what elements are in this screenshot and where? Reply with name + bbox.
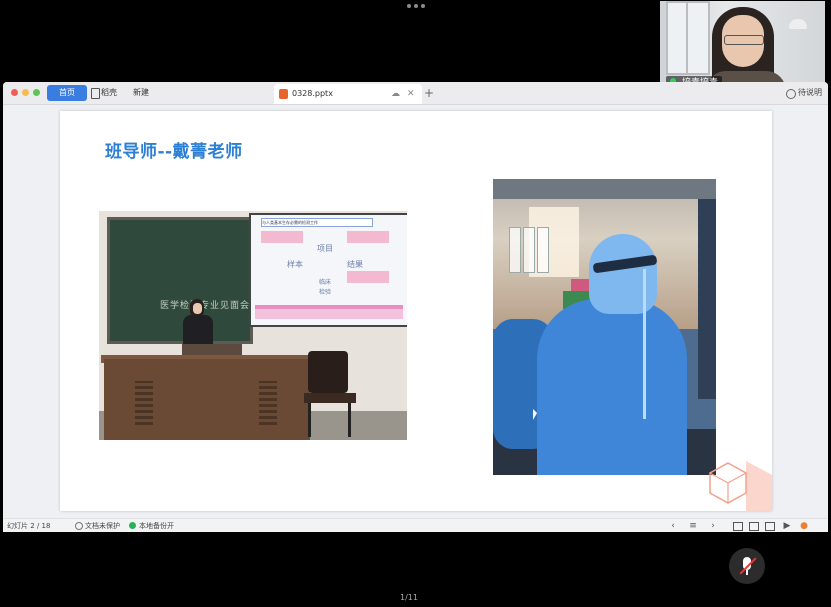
- tab-new[interactable]: 新建: [133, 85, 149, 101]
- next-icon[interactable]: ›: [707, 520, 719, 532]
- wps-app-window: 首页 稻壳 新建 0328.pptx ☁ ✕ + 待说明 班导师--戴菁老师 医…: [3, 82, 828, 532]
- cabinet-side: [698, 199, 716, 399]
- mouse-cursor-icon: [533, 409, 537, 420]
- screen-word: 项目: [317, 244, 333, 253]
- document-protect-status[interactable]: 文档未保护: [75, 519, 120, 532]
- screen-word: 结果: [347, 260, 363, 269]
- menu-icon[interactable]: ≡: [687, 520, 699, 532]
- dot: [407, 4, 411, 8]
- meeting-page-indicator: 1/11: [400, 593, 418, 602]
- chair: [304, 351, 356, 437]
- document-icon: [91, 88, 100, 99]
- projector-screen: 与人类基本生存必需的检测工作 项目 样本 结果 临床 检验: [249, 213, 407, 327]
- local-backup-status[interactable]: 本地备份开: [129, 519, 174, 532]
- microphone-stand: [746, 570, 748, 575]
- chair-leg: [348, 403, 351, 437]
- slide[interactable]: 班导师--戴菁老师 医学检验专业见面会 与人类基本生存必需的检测工作 项目 样本…: [60, 111, 772, 511]
- chalkboard: 医学检验专业见面会: [107, 217, 253, 344]
- screen-pink-box: [347, 231, 389, 243]
- chair-back: [308, 351, 348, 393]
- screen-header: 与人类基本生存必需的检测工作: [261, 218, 373, 227]
- desk-vent: [259, 381, 277, 425]
- cube-decoration-icon: [709, 461, 772, 511]
- tab-home[interactable]: 首页: [47, 85, 87, 101]
- slide-page-indicator: 幻灯片 2 / 18: [7, 522, 51, 530]
- screen-word: 样本: [287, 260, 303, 269]
- minimize-window-button[interactable]: [22, 89, 29, 96]
- dot: [421, 4, 425, 8]
- tab-draft-label: 稻壳: [101, 88, 117, 97]
- teacher-face: [193, 303, 202, 314]
- chair-seat: [304, 393, 356, 403]
- lab-photo[interactable]: [493, 179, 716, 475]
- screen-pink-box: [347, 271, 389, 283]
- classroom-photo[interactable]: 医学检验专业见面会 与人类基本生存必需的检测工作 项目 样本 结果 临床 检验: [99, 211, 407, 440]
- new-tab-button[interactable]: +: [424, 83, 434, 103]
- tab-file-name: 0328.pptx: [292, 89, 333, 98]
- tab-bar: 首页 稻壳 新建 0328.pptx ☁ ✕ + 待说明: [3, 82, 828, 105]
- screen-word: 检验: [319, 289, 332, 296]
- normal-view-icon[interactable]: [733, 522, 743, 531]
- cabinet-frame: [493, 179, 716, 199]
- account-button[interactable]: 待说明: [786, 86, 822, 100]
- board-text: 医学检验专业见面会: [160, 301, 251, 311]
- slide-title[interactable]: 班导师--戴菁老师: [105, 137, 243, 162]
- webcam-video-tile[interactable]: 培青培青: [660, 1, 825, 93]
- protective-suit: [537, 299, 687, 475]
- deco-shape: [746, 461, 772, 511]
- screen-pink-box: [261, 231, 303, 243]
- cloud-sync-icon[interactable]: ☁: [391, 87, 400, 101]
- close-tab-icon[interactable]: ✕: [407, 87, 415, 101]
- tab-file[interactable]: 0328.pptx ☁ ✕: [274, 84, 422, 104]
- lab-bottle: [509, 227, 521, 273]
- orange-dot-icon[interactable]: ●: [798, 520, 810, 532]
- teacher-body: [183, 315, 213, 347]
- tab-draft[interactable]: 稻壳: [91, 85, 117, 101]
- play-icon[interactable]: ▶: [781, 520, 793, 532]
- protective-hood: [589, 234, 657, 314]
- mute-microphone-button[interactable]: [729, 548, 765, 584]
- dot: [414, 4, 418, 8]
- screen-arrow: [255, 309, 403, 319]
- slide-sorter-icon[interactable]: [749, 522, 759, 531]
- prev-icon[interactable]: ‹: [667, 520, 679, 532]
- webcam-window-bg: [666, 1, 710, 75]
- suit-seam: [643, 269, 646, 419]
- close-window-button[interactable]: [11, 89, 18, 96]
- maximize-window-button[interactable]: [33, 89, 40, 96]
- slide-canvas: 班导师--戴菁老师 医学检验专业见面会 与人类基本生存必需的检测工作 项目 样本…: [3, 105, 828, 518]
- window-more-dots[interactable]: [407, 4, 425, 8]
- chair-leg: [308, 403, 311, 437]
- deco-hexagon-edge: [709, 472, 747, 484]
- lab-bottle: [537, 227, 549, 273]
- screen-word: 临床: [319, 279, 332, 286]
- ppt-file-icon: [279, 89, 288, 99]
- desk-vent: [135, 381, 153, 425]
- status-bar: 幻灯片 2 / 18 文档未保护 本地备份开 ‹ ≡ › ▶ ●: [3, 518, 828, 532]
- participant-glasses: [724, 35, 764, 45]
- webcam-lamp: [789, 19, 807, 29]
- reading-view-icon[interactable]: [765, 522, 775, 531]
- lab-bottle: [523, 227, 535, 273]
